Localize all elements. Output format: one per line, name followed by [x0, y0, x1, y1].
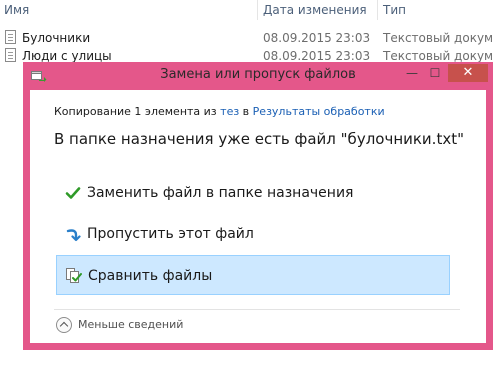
file-date: 08.09.2015 23:03	[263, 31, 371, 45]
column-header-type[interactable]: Тип	[383, 0, 406, 20]
text-file-icon	[5, 48, 16, 62]
compare-files-option[interactable]: Сравнить файлы	[56, 255, 450, 295]
copy-prefix-text: Копирование 1 элемента из	[54, 105, 221, 118]
source-folder-link[interactable]: тез	[220, 105, 239, 118]
footer-divider	[54, 309, 460, 310]
skip-arrow-icon	[65, 226, 81, 242]
conflict-heading: В папке назначения уже есть файл "булочн…	[54, 130, 464, 148]
close-button[interactable]: ✕	[448, 64, 488, 82]
file-row[interactable]: Булочники 08.09.2015 23:03 Текстовый док…	[0, 29, 493, 47]
column-divider	[257, 0, 258, 20]
file-type: Текстовый докум...	[383, 31, 493, 45]
column-header-date[interactable]: Дата изменения	[263, 0, 367, 20]
dialog-title: Замена или пропуск файлов	[160, 67, 356, 82]
text-file-icon	[5, 30, 16, 44]
replace-file-option[interactable]: Заменить файл в папке назначения	[56, 173, 450, 213]
maximize-button[interactable]: ☐	[425, 64, 445, 82]
chevron-up-icon	[56, 317, 72, 333]
fewer-details-label: Меньше сведений	[78, 318, 184, 331]
destination-folder-link[interactable]: Результаты обработки	[253, 105, 385, 118]
copy-status-line: Копирование 1 элемента из тез в Результа…	[54, 105, 385, 118]
replace-or-skip-dialog: Замена или пропуск файлов — ☐ ✕ Копирова…	[23, 62, 493, 350]
skip-file-label: Пропустить этот файл	[87, 226, 254, 242]
column-header-name[interactable]: Имя	[4, 0, 29, 20]
column-divider	[377, 0, 378, 20]
dialog-content: Копирование 1 элемента из тез в Результа…	[30, 90, 486, 343]
compare-files-label: Сравнить файлы	[88, 268, 213, 284]
minimize-button[interactable]: —	[402, 64, 422, 82]
dialog-titlebar[interactable]: Замена или пропуск файлов — ☐ ✕	[23, 62, 493, 88]
copy-middle-text: в	[239, 105, 253, 118]
checkmark-icon	[65, 185, 81, 201]
compare-files-icon	[66, 268, 82, 284]
skip-file-option[interactable]: Пропустить этот файл	[56, 214, 450, 254]
replace-file-label: Заменить файл в папке назначения	[87, 185, 354, 201]
file-name: Булочники	[22, 31, 91, 45]
